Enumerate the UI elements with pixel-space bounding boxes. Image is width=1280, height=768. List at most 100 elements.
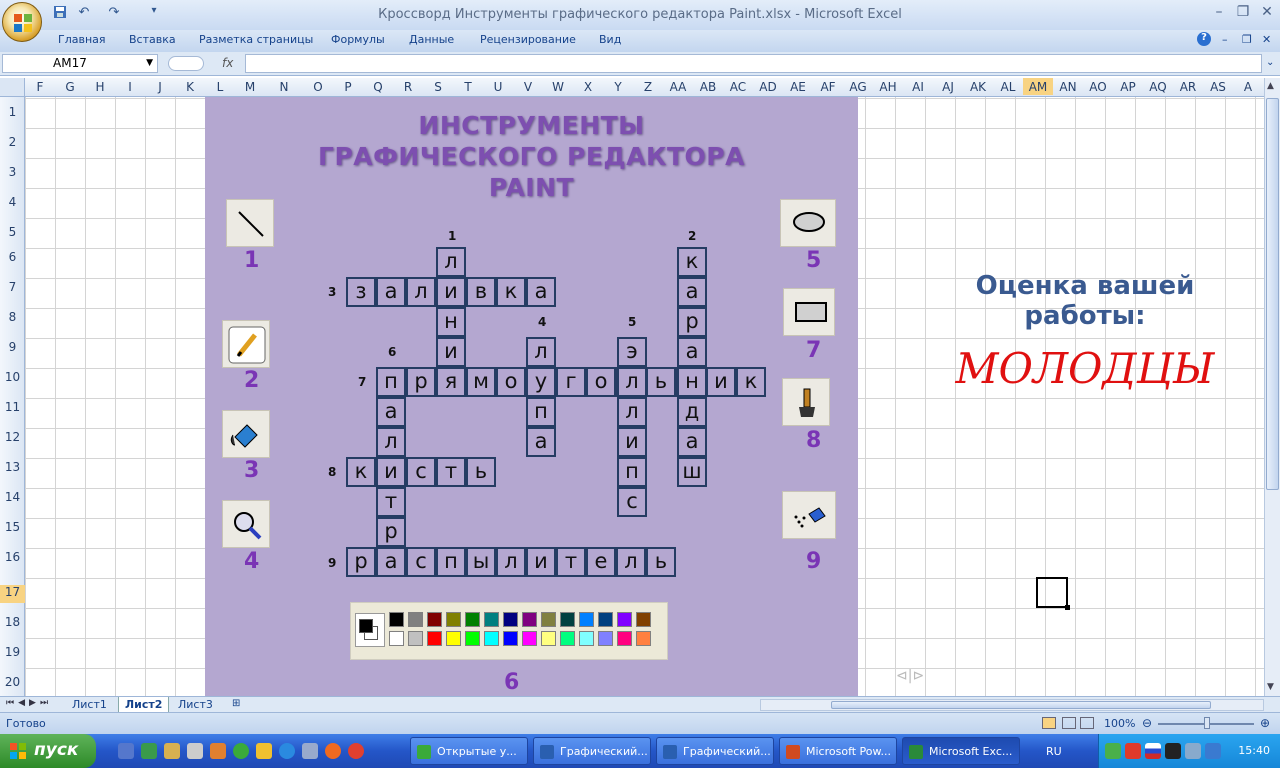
column-header[interactable]: AH [873, 80, 903, 94]
horizontal-scroll-thumb[interactable] [831, 701, 1211, 709]
color-swatch[interactable] [503, 631, 518, 646]
column-header[interactable]: AG [843, 80, 873, 94]
crossword-cell-w8[interactable]: т [436, 457, 466, 487]
column-header[interactable]: AJ [933, 80, 963, 94]
crossword-cell-w5[interactable]: л [617, 367, 647, 397]
color-swatch[interactable] [389, 631, 404, 646]
zoom-out-icon[interactable]: ⊖ [1142, 716, 1152, 730]
row-header[interactable]: 15 [0, 520, 25, 538]
column-header[interactable]: S [423, 80, 453, 94]
color-swatch[interactable] [541, 612, 556, 627]
chevron-down-icon[interactable]: ▼ [146, 55, 153, 72]
crossword-cell-w7[interactable]: ь [646, 367, 676, 397]
column-header[interactable]: P [333, 80, 363, 94]
column-header[interactable]: M [235, 80, 265, 94]
quicklaunch-film-icon[interactable] [164, 743, 180, 759]
crossword-cell-w4[interactable]: л [526, 337, 556, 367]
column-header[interactable]: AA [663, 80, 693, 94]
color-swatch[interactable] [617, 612, 632, 627]
column-header[interactable]: O [303, 80, 333, 94]
crossword-cell-w2[interactable]: а [677, 337, 707, 367]
sheet-tab-1[interactable]: Лист1 [66, 697, 113, 713]
taskbar-item-powerpoint[interactable]: Microsoft Pow... [779, 737, 897, 765]
crossword-cell-w9[interactable]: т [556, 547, 586, 577]
quicklaunch-ie-icon[interactable] [279, 743, 295, 759]
taskbar-item-word-1[interactable]: Графический... [533, 737, 651, 765]
column-header[interactable]: F [25, 80, 55, 94]
column-header[interactable]: AD [753, 80, 783, 94]
crossword-cell-w9[interactable]: ь [646, 547, 676, 577]
tab-page-layout[interactable]: Разметка страницы [199, 33, 313, 46]
crossword-cell-w1[interactable]: и [436, 337, 466, 367]
crossword-cell-w2[interactable]: р [677, 307, 707, 337]
crossword-cell-w7[interactable]: м [466, 367, 496, 397]
taskbar-item-excel[interactable]: Microsoft Exc... [902, 737, 1020, 765]
column-header[interactable]: AI [903, 80, 933, 94]
vertical-scroll-thumb[interactable] [1266, 98, 1279, 490]
color-swatch[interactable] [427, 631, 442, 646]
crossword-cell-w6[interactable]: т [376, 487, 406, 517]
crossword-cell-w3[interactable]: л [406, 277, 436, 307]
column-header[interactable]: U [483, 80, 513, 94]
language-indicator[interactable]: RU [1046, 745, 1062, 758]
row-header[interactable]: 6 [0, 250, 25, 268]
tab-view[interactable]: Вид [599, 33, 621, 46]
quicklaunch-firefox-icon[interactable] [325, 743, 341, 759]
color-swatch[interactable] [522, 631, 537, 646]
column-header[interactable]: AP [1113, 80, 1143, 94]
crossword-cell-w7[interactable]: о [496, 367, 526, 397]
color-swatch[interactable] [560, 631, 575, 646]
tab-insert[interactable]: Вставка [129, 33, 176, 46]
row-header[interactable]: 5 [0, 225, 25, 243]
crossword-cell-w5[interactable]: с [617, 487, 647, 517]
tray-language-flag-icon[interactable] [1145, 743, 1161, 759]
color-swatch[interactable] [465, 631, 480, 646]
row-header[interactable]: 2 [0, 135, 25, 153]
column-header[interactable]: AL [993, 80, 1023, 94]
ribbon-minimize-icon[interactable]: – [1222, 33, 1228, 46]
row-header[interactable]: 19 [0, 645, 25, 663]
taskbar-item-open[interactable]: Открытые у... [410, 737, 528, 765]
color-swatch[interactable] [579, 612, 594, 627]
tray-volume-icon[interactable] [1205, 743, 1221, 759]
row-header[interactable]: 13 [0, 460, 25, 478]
color-swatch[interactable] [560, 612, 575, 627]
color-swatch[interactable] [636, 612, 651, 627]
column-header[interactable]: G [55, 80, 85, 94]
tab-formulas[interactable]: Формулы [331, 33, 385, 46]
row-header[interactable]: 20 [0, 675, 25, 693]
sheet-tab-3[interactable]: Лист3 [172, 697, 219, 713]
column-header[interactable]: Z [633, 80, 663, 94]
column-header[interactable]: AO [1083, 80, 1113, 94]
restore-icon[interactable]: ❐ [1230, 4, 1256, 24]
minimize-icon[interactable]: – [1206, 4, 1232, 24]
crossword-cell-w9[interactable]: л [616, 547, 646, 577]
crossword-cell-w3[interactable]: а [376, 277, 406, 307]
column-header[interactable]: K [175, 80, 205, 94]
crossword-cell-w9[interactable]: л [496, 547, 526, 577]
formula-input[interactable] [245, 54, 1262, 73]
row-header[interactable]: 16 [0, 550, 25, 568]
row-header[interactable]: 12 [0, 430, 25, 448]
scroll-down-icon[interactable]: ▼ [1267, 682, 1274, 692]
name-box[interactable]: AM17 ▼ [2, 54, 158, 73]
sheet-tab-2[interactable]: Лист2 [118, 697, 170, 713]
row-header[interactable]: 17 [0, 585, 25, 603]
row-header[interactable]: 10 [0, 370, 25, 388]
column-header[interactable]: T [453, 80, 483, 94]
column-header[interactable]: R [393, 80, 423, 94]
crossword-cell-w3[interactable]: а [526, 277, 556, 307]
row-header[interactable]: 9 [0, 340, 25, 358]
tray-app-icon[interactable] [1105, 743, 1121, 759]
quicklaunch-desktop-icon[interactable] [302, 743, 318, 759]
column-header[interactable]: N [265, 80, 303, 94]
crossword-cell-w5[interactable]: л [617, 397, 647, 427]
crossword-cell-w2[interactable]: а [677, 427, 707, 457]
color-swatch[interactable] [427, 612, 442, 627]
column-header[interactable]: V [513, 80, 543, 94]
column-header[interactable]: AM [1023, 78, 1053, 95]
tab-data[interactable]: Данные [409, 33, 454, 46]
color-swatch[interactable] [389, 612, 404, 627]
row-header[interactable]: 4 [0, 195, 25, 213]
color-swatch[interactable] [465, 612, 480, 627]
